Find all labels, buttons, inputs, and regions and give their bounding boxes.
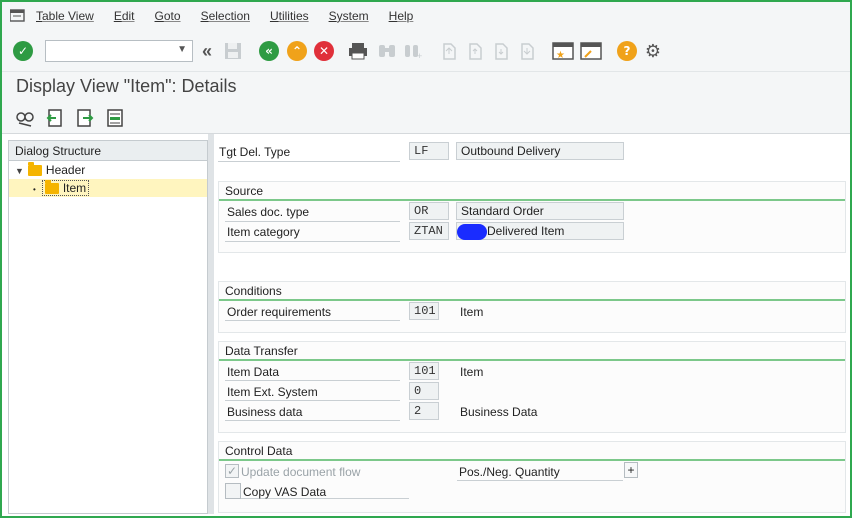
previous-entry-icon[interactable]: [44, 107, 66, 129]
item-category-label: Item category: [227, 225, 300, 239]
folder-icon: [44, 180, 59, 195]
next-entry-icon[interactable]: [74, 107, 96, 129]
item-category-code[interactable]: ZTAN: [409, 222, 449, 240]
exit-icon[interactable]: ⌃: [286, 40, 308, 62]
help-icon[interactable]: ?: [616, 40, 638, 62]
menu-selection[interactable]: Selection: [201, 9, 250, 23]
sales-doc-type-desc: Standard Order: [456, 202, 624, 220]
new-session-icon[interactable]: ★: [552, 40, 574, 62]
shortcut-icon[interactable]: [580, 40, 602, 62]
menu-utilities[interactable]: Utilities: [270, 9, 309, 23]
item-ext-system-code[interactable]: 0: [409, 382, 439, 400]
print-icon[interactable]: [347, 40, 369, 62]
menu-edit[interactable]: Edit: [114, 9, 135, 23]
update-doc-flow-checkbox[interactable]: ✓: [225, 464, 239, 478]
copy-vas-label: Copy VAS Data: [243, 485, 327, 499]
title-area: Display View "Item": Details: [2, 72, 850, 102]
application-toolbar: [2, 102, 850, 134]
order-requirements-code[interactable]: 101: [409, 302, 439, 320]
menu-system[interactable]: System: [329, 9, 369, 23]
select-block-icon[interactable]: [104, 107, 126, 129]
double-chevron-left-icon[interactable]: «: [196, 40, 218, 62]
dialog-structure-header: Dialog Structure: [9, 141, 207, 161]
section-title: Conditions: [225, 284, 282, 298]
tree-node-label: Item: [62, 181, 87, 195]
svg-text:★: ★: [556, 50, 565, 61]
tgt-del-type-desc: Outbound Delivery: [456, 142, 624, 160]
command-field[interactable]: ▼: [45, 40, 193, 62]
system-menu-icon[interactable]: [9, 9, 26, 23]
folder-icon: [27, 162, 42, 177]
back-icon[interactable]: «: [258, 40, 280, 62]
save-icon[interactable]: [222, 40, 244, 62]
standard-toolbar: ✓ ▼ « « ⌃ ✕ + ★ ? ⚙: [2, 30, 850, 72]
item-ext-system-label: Item Ext. System: [227, 385, 318, 399]
check-icon[interactable]: ✓: [12, 40, 34, 62]
business-data-code[interactable]: 2: [409, 402, 439, 420]
tree-node-header[interactable]: ▼ Header: [9, 161, 207, 179]
tgt-del-type-code[interactable]: LF: [409, 142, 449, 160]
cancel-icon[interactable]: ✕: [313, 40, 335, 62]
menu-help[interactable]: Help: [389, 9, 414, 23]
pos-neg-quantity-label: Pos./Neg. Quantity: [459, 465, 560, 479]
tree-node-label: Header: [45, 163, 86, 177]
find-next-icon[interactable]: +: [402, 40, 424, 62]
last-page-icon[interactable]: [516, 40, 538, 62]
find-icon[interactable]: [376, 40, 398, 62]
svg-text:+: +: [417, 51, 422, 60]
copy-vas-checkbox[interactable]: [225, 483, 241, 499]
page-title: Display View "Item": Details: [16, 76, 237, 96]
order-requirements-label: Order requirements: [227, 305, 332, 319]
pos-neg-quantity-button[interactable]: +: [624, 462, 638, 478]
dialog-structure-pane: Dialog Structure ▼ Header • Item: [8, 140, 208, 514]
first-page-icon[interactable]: [438, 40, 460, 62]
bullet-icon: •: [33, 185, 36, 194]
menu-bar: Table View Edit Goto Selection Utilities…: [2, 2, 850, 30]
menu-goto[interactable]: Goto: [155, 9, 181, 23]
redaction-mark: [457, 224, 487, 240]
section-title: Source: [225, 184, 264, 198]
business-data-desc: Business Data: [460, 405, 538, 419]
menu-table-view[interactable]: Table View: [36, 9, 94, 23]
item-data-label: Item Data: [227, 365, 280, 379]
chevron-down-icon[interactable]: ▼: [15, 166, 24, 176]
sales-doc-type-code[interactable]: OR: [409, 202, 449, 220]
tgt-del-type-label: Tgt Del. Type: [219, 145, 291, 159]
next-page-icon[interactable]: [490, 40, 512, 62]
item-data-code[interactable]: 101: [409, 362, 439, 380]
section-title: Data Transfer: [225, 344, 298, 358]
prev-page-icon[interactable]: [464, 40, 486, 62]
order-requirements-desc: Item: [460, 305, 484, 319]
command-input[interactable]: [46, 41, 171, 61]
tree-node-item[interactable]: • Item: [9, 179, 207, 197]
section-title: Control Data: [225, 444, 293, 458]
business-data-label: Business data: [227, 405, 303, 419]
display-change-icon[interactable]: [14, 107, 36, 129]
settings-gear-icon[interactable]: ⚙: [642, 40, 664, 62]
update-doc-flow-label: Update document flow: [241, 465, 361, 479]
item-data-desc: Item: [460, 365, 484, 379]
dropdown-icon[interactable]: ▼: [177, 44, 187, 55]
section-divider: [219, 199, 845, 201]
sales-doc-type-label: Sales doc. type: [227, 205, 310, 219]
